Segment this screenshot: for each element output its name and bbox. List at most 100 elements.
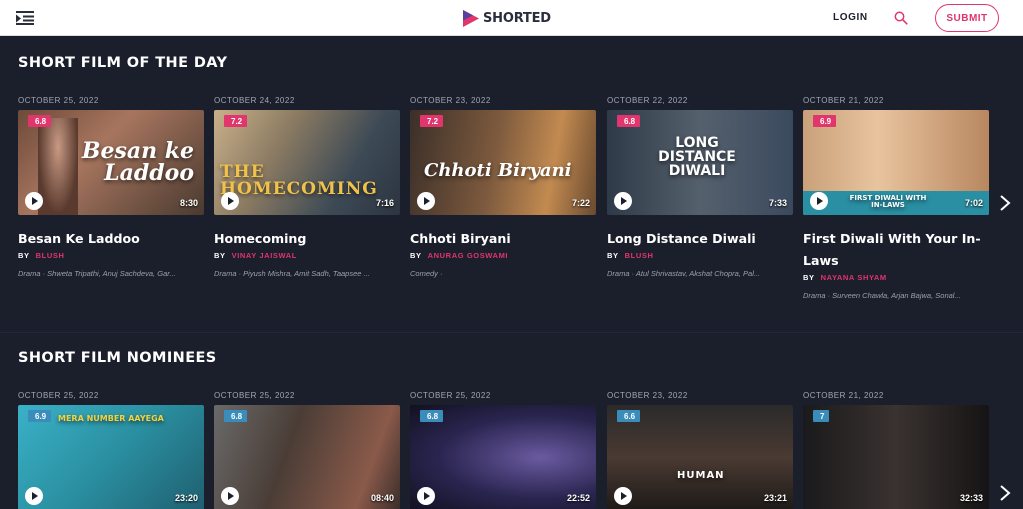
chevron-right-icon[interactable] (998, 194, 1012, 212)
film-meta: Drama · Piyush Mishra, Amit Sadh, Taapse… (214, 269, 370, 278)
site-header: SHORTED LOGIN SUBMIT (0, 0, 1023, 36)
login-link[interactable]: LOGIN (833, 12, 868, 23)
creator-link[interactable]: ANURAG GOSWAMI (428, 251, 508, 260)
film-title[interactable]: Long Distance Diwali (607, 228, 793, 250)
duration-label: 7:33 (768, 198, 787, 208)
rating-badge: 7.2 (420, 115, 444, 127)
film-title[interactable]: Homecoming (214, 228, 400, 250)
creator-link[interactable]: BLUSH (36, 251, 65, 260)
rating-badge: 6.8 (617, 115, 641, 127)
thumbnail-title-art: MERA NUMBER AAYEGA (58, 414, 164, 423)
logo-mark-icon (463, 9, 479, 27)
by-label: BY (607, 251, 619, 260)
film-card: OCTOBER 25, 2022 MERA NUMBER AAYEGA 6.9 … (18, 391, 204, 509)
film-card: OCTOBER 24, 2022 THE HOMECOMING 7.2 7:16… (214, 96, 400, 278)
section-title-nominees: SHORT FILM NOMINEES (18, 350, 217, 366)
film-card: OCTOBER 25, 2022 Besan ke Laddoo 6.8 8:3… (18, 96, 204, 278)
creator-link[interactable]: VINAY JAISWAL (232, 251, 297, 260)
film-thumbnail[interactable]: FIRST DIWALI WITH IN-LAWS 6.9 7:02 (803, 110, 989, 215)
play-icon[interactable] (417, 487, 435, 505)
film-card: OCTOBER 25, 2022 6.8 22:52 (410, 391, 596, 509)
film-thumbnail[interactable]: THE HOMECOMING 7.2 7:16 (214, 110, 400, 215)
rating-badge: 6.8 (420, 410, 444, 422)
film-thumbnail[interactable]: 6.8 22:52 (410, 405, 596, 509)
film-thumbnail[interactable]: LONG DISTANCE DIWALI 6.8 7:33 (607, 110, 793, 215)
film-meta: Drama · Shweta Tripathi, Anuj Sachdeva, … (18, 269, 176, 278)
film-thumbnail[interactable]: Besan ke Laddoo 6.8 8:30 (18, 110, 204, 215)
card-date: OCTOBER 25, 2022 (214, 391, 295, 400)
submit-button[interactable]: SUBMIT (935, 4, 999, 32)
film-card: OCTOBER 23, 2022 HUMAN 6.6 23:21 (607, 391, 793, 509)
film-card: OCTOBER 21, 2022 7 32:33 (803, 391, 989, 509)
rating-badge: 6.8 (28, 115, 52, 127)
rating-badge: 6.6 (617, 410, 641, 422)
card-date: OCTOBER 25, 2022 (410, 391, 491, 400)
by-label: BY (803, 273, 815, 282)
play-icon[interactable] (810, 192, 828, 210)
rating-badge: 6.9 (28, 410, 52, 422)
film-card: OCTOBER 22, 2022 LONG DISTANCE DIWALI 6.… (607, 96, 793, 278)
play-icon[interactable] (221, 487, 239, 505)
rating-badge: 6.9 (813, 115, 837, 127)
card-date: OCTOBER 24, 2022 (214, 96, 295, 105)
card-date: OCTOBER 21, 2022 (803, 96, 884, 105)
byline: BY NAYANA SHYAM (803, 273, 989, 282)
film-thumbnail[interactable]: Chhoti Biryani 7.2 7:22 (410, 110, 596, 215)
play-icon[interactable] (417, 192, 435, 210)
search-icon[interactable] (894, 11, 908, 25)
film-title[interactable]: First Diwali With Your In-Laws (803, 228, 989, 272)
duration-label: 7:22 (571, 198, 590, 208)
brand-logo[interactable]: SHORTED (463, 9, 551, 27)
film-thumbnail[interactable]: MERA NUMBER AAYEGA 6.9 23:20 (18, 405, 204, 509)
creator-link[interactable]: BLUSH (625, 251, 654, 260)
card-date: OCTOBER 25, 2022 (18, 96, 99, 105)
play-icon[interactable] (221, 192, 239, 210)
byline: BY BLUSH (18, 251, 204, 260)
film-thumbnail[interactable]: HUMAN 6.6 23:21 (607, 405, 793, 509)
card-date: OCTOBER 23, 2022 (607, 391, 688, 400)
brand-name: SHORTED (483, 10, 551, 26)
creator-link[interactable]: NAYANA SHYAM (821, 273, 887, 282)
play-icon[interactable] (614, 192, 632, 210)
duration-label: 23:21 (763, 493, 787, 503)
menu-icon[interactable] (16, 10, 34, 26)
film-thumbnail[interactable]: 7 32:33 (803, 405, 989, 509)
film-meta: Drama · Atul Shrivastav, Akshat Chopra, … (607, 269, 761, 278)
play-icon[interactable] (614, 487, 632, 505)
card-date: OCTOBER 25, 2022 (18, 391, 99, 400)
section-title-film-of-the-day: SHORT FILM OF THE DAY (18, 55, 228, 71)
film-thumbnail[interactable]: 6.8 08:40 (214, 405, 400, 509)
film-title[interactable]: Chhoti Biryani (410, 228, 596, 250)
chevron-right-icon[interactable] (998, 484, 1012, 502)
film-card: OCTOBER 23, 2022 Chhoti Biryani 7.2 7:22… (410, 96, 596, 278)
duration-label: 23:20 (174, 493, 198, 503)
rating-badge: 6.8 (224, 410, 248, 422)
film-card: OCTOBER 21, 2022 FIRST DIWALI WITH IN-LA… (803, 96, 989, 300)
card-date: OCTOBER 21, 2022 (803, 391, 884, 400)
thumbnail-title-art: THE HOMECOMING (220, 162, 378, 199)
thumbnail-title-art: FIRST DIWALI WITH IN-LAWS (849, 194, 927, 209)
byline: BY BLUSH (607, 251, 793, 260)
byline: BY VINAY JAISWAL (214, 251, 400, 260)
film-card: OCTOBER 25, 2022 6.8 08:40 (214, 391, 400, 509)
thumbnail-title-art: Chhoti Biryani (424, 160, 572, 181)
duration-label: 8:30 (179, 198, 198, 208)
duration-label: 32:33 (959, 493, 983, 503)
film-meta: Comedy · (410, 269, 443, 278)
section-divider (0, 332, 1023, 333)
duration-label: 08:40 (370, 493, 394, 503)
byline: BY ANURAG GOSWAMI (410, 251, 596, 260)
duration-label: 22:52 (566, 493, 590, 503)
by-label: BY (18, 251, 30, 260)
rating-badge: 7.2 (224, 115, 248, 127)
thumbnail-title-art: HUMAN (677, 470, 725, 481)
play-icon[interactable] (25, 192, 43, 210)
thumbnail-title-art: LONG DISTANCE DIWALI (658, 135, 736, 179)
thumbnail-title-art: Besan ke Laddoo (81, 138, 194, 186)
film-meta: Drama · Surveen Chawla, Arjan Bajwa, Son… (803, 291, 961, 300)
play-icon[interactable] (25, 487, 43, 505)
film-title[interactable]: Besan Ke Laddoo (18, 228, 204, 250)
by-label: BY (410, 251, 422, 260)
by-label: BY (214, 251, 226, 260)
card-date: OCTOBER 22, 2022 (607, 96, 688, 105)
